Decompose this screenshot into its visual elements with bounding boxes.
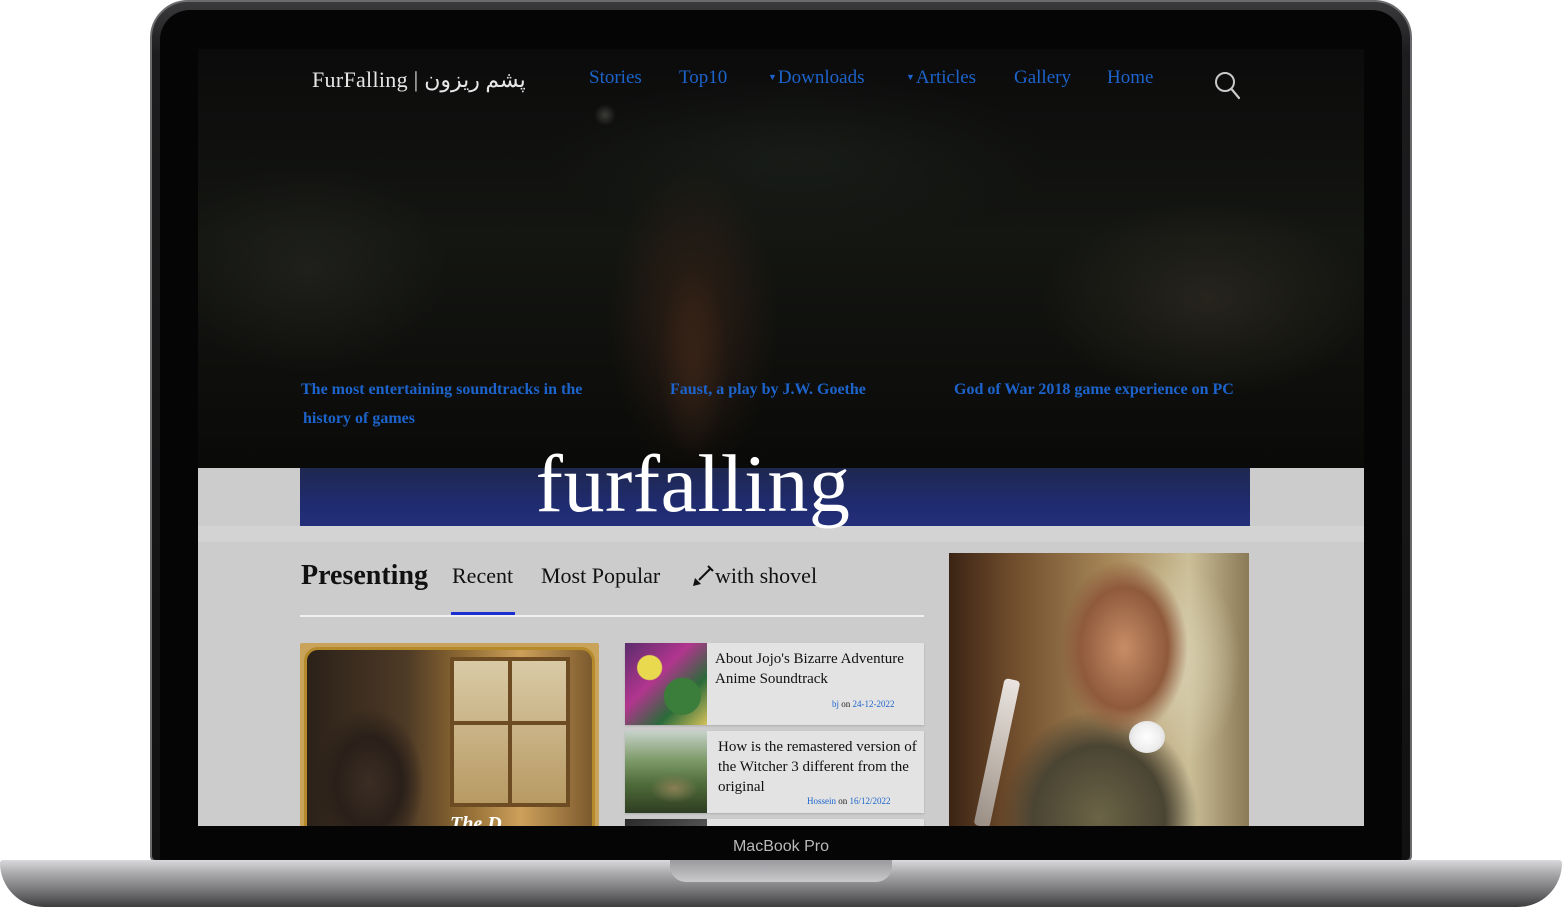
post-date: 24-12-2022 bbox=[852, 699, 895, 709]
nav-top10[interactable]: Top10 bbox=[679, 67, 727, 89]
tab-label: with shovel bbox=[715, 563, 818, 588]
device-label: MacBook Pro bbox=[732, 838, 830, 855]
nav-stories[interactable]: Stories bbox=[589, 67, 642, 89]
search-icon[interactable] bbox=[1214, 71, 1242, 101]
post-on: on bbox=[841, 699, 851, 709]
post-author[interactable]: Hossein bbox=[807, 796, 836, 806]
post-item-witcher[interactable]: How is the remastered version of the Wit… bbox=[625, 731, 924, 813]
nav-home[interactable]: Home bbox=[1107, 67, 1153, 89]
nav-label: Gallery bbox=[1014, 67, 1071, 88]
card-caption: The D... bbox=[450, 813, 517, 826]
post-title: About Jojo's Bizarre Adventure Anime Sou… bbox=[715, 651, 904, 687]
flower-art bbox=[1129, 721, 1165, 753]
tabs-divider bbox=[300, 615, 924, 617]
featured-line: history of games bbox=[303, 410, 415, 427]
caret-down-icon: ▼ bbox=[906, 72, 915, 82]
featured-line: Faust, a play by J.W. Goethe bbox=[670, 381, 866, 398]
nav-articles[interactable]: ▼Articles bbox=[906, 67, 976, 89]
nav-gallery[interactable]: Gallery bbox=[1014, 67, 1071, 89]
nav-downloads[interactable]: ▼Downloads bbox=[768, 67, 864, 89]
shovel-icon bbox=[693, 565, 714, 586]
laptop-notch bbox=[670, 860, 892, 882]
post-item-partial[interactable] bbox=[625, 819, 924, 826]
post-thumbnail bbox=[625, 731, 707, 813]
nav-label: Downloads bbox=[777, 67, 865, 88]
featured-line: God of War 2018 game experience on PC bbox=[954, 381, 1234, 398]
nav-label: Home bbox=[1107, 67, 1154, 88]
nav-label: Stories bbox=[589, 67, 642, 88]
main-nav: Stories Top10 ▼Downloads ▼Articles Galle… bbox=[198, 67, 1364, 93]
post-item-jojo[interactable]: About Jojo's Bizarre Adventure Anime Sou… bbox=[625, 643, 924, 725]
post-meta: Hossein on 16/12/2022 bbox=[807, 796, 891, 806]
glass-art bbox=[973, 677, 1021, 826]
hero-figure bbox=[648, 229, 738, 469]
tabs-heading: Presenting bbox=[301, 560, 429, 591]
featured-post-card[interactable]: The D... bbox=[300, 643, 599, 826]
post-author[interactable]: bj bbox=[832, 699, 839, 709]
post-title: How is the remastered version of the Wit… bbox=[718, 739, 917, 795]
post-date: 16/12/2022 bbox=[849, 796, 891, 806]
website-screen: FurFalling | پشم ریزون Stories Top10 ▼Do… bbox=[198, 49, 1364, 826]
nav-label: Articles bbox=[915, 67, 977, 88]
card-portrait-art bbox=[314, 693, 424, 826]
caret-down-icon: ▼ bbox=[768, 72, 777, 82]
post-thumbnail bbox=[625, 643, 707, 725]
featured-link-soundtracks[interactable]: The most entertaining soundtracks in the… bbox=[301, 375, 631, 433]
post-on: on bbox=[838, 796, 848, 806]
banner-title: furfalling bbox=[535, 438, 851, 529]
hero-moon bbox=[594, 104, 616, 126]
tab-with-shovel[interactable]: with shovel bbox=[691, 563, 817, 589]
post-thumbnail bbox=[625, 819, 707, 826]
post-meta: bj on 24-12-2022 bbox=[832, 699, 895, 709]
card-window-art bbox=[450, 657, 570, 807]
nav-label: Top10 bbox=[679, 67, 728, 88]
featured-line: The most entertaining soundtracks in the bbox=[301, 381, 583, 398]
featured-link-faust[interactable]: Faust, a play by J.W. Goethe bbox=[670, 375, 910, 404]
tab-most-popular[interactable]: Most Popular bbox=[541, 563, 660, 589]
tab-recent[interactable]: Recent bbox=[452, 563, 513, 589]
featured-link-god-of-war[interactable]: God of War 2018 game experience on PC bbox=[954, 375, 1264, 404]
sidebar-image[interactable] bbox=[949, 553, 1249, 826]
